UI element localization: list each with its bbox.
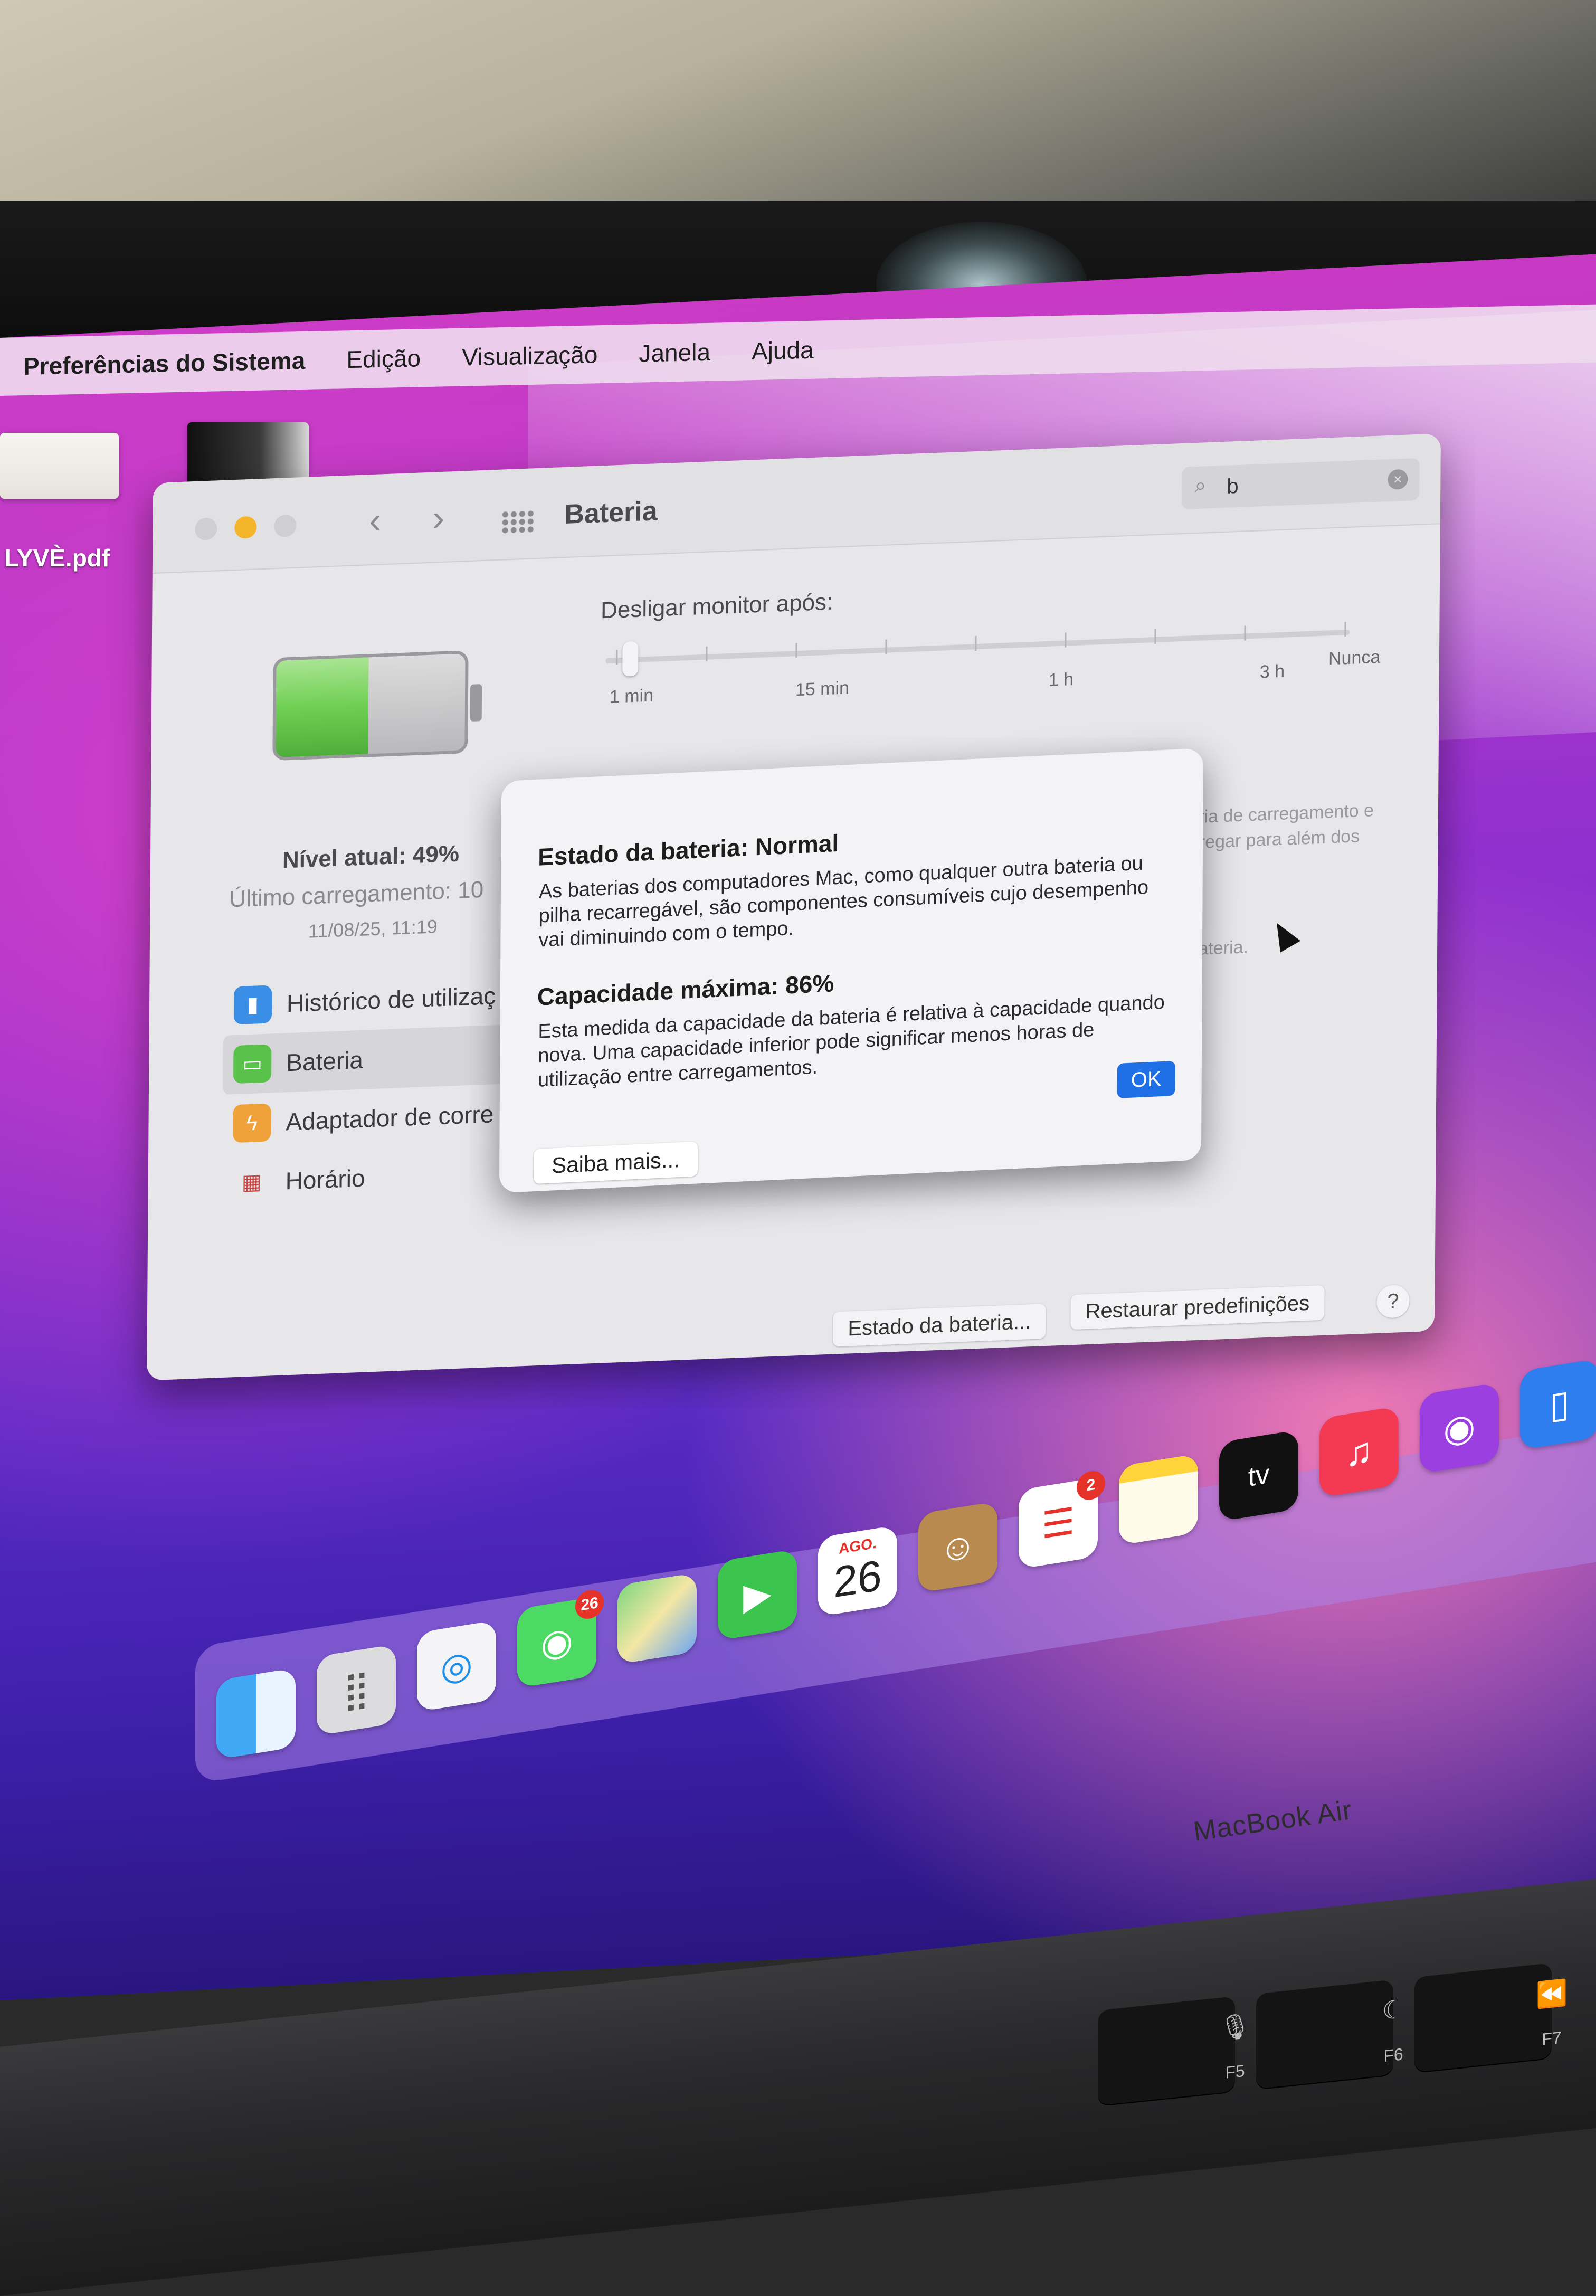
last-charge-date: 11/08/25, 11:19 — [308, 915, 438, 942]
sidebar-item-historico[interactable]: ▮ Histórico de utilizaç — [223, 965, 519, 1036]
maximize-window-button[interactable] — [274, 514, 297, 538]
help-button[interactable]: ? — [1376, 1284, 1410, 1318]
sidebar-item-adaptador[interactable]: ϟ Adaptador de corre — [222, 1083, 518, 1154]
podcasts-icon[interactable]: ◉ — [1420, 1382, 1499, 1474]
sidebar-item-bateria[interactable]: ▭ Bateria — [222, 1024, 519, 1095]
pdf-file-icon[interactable] — [0, 433, 119, 499]
battery-icon: ▭ — [233, 1044, 272, 1084]
apple-tv-icon[interactable]: tv — [1219, 1429, 1298, 1522]
bolt-icon: ϟ — [233, 1103, 271, 1143]
chat-bubble-icon: ◉ — [540, 1619, 573, 1666]
menu-item-edicao[interactable]: Edição — [346, 344, 421, 374]
menu-item-ajuda[interactable]: Ajuda — [752, 336, 814, 365]
tick-label-never: Nunca — [1328, 647, 1381, 669]
slider-knob[interactable] — [622, 641, 639, 677]
menu-app-name[interactable]: Preferências do Sistema — [23, 346, 305, 381]
search-icon: ⌕ — [1194, 473, 1206, 498]
tick-label-15min: 15 min — [795, 678, 850, 700]
sidebar-item-label: Histórico de utilizaç — [286, 982, 496, 1018]
battery-state-dialog: Estado da bateria: Normal As baterias do… — [499, 748, 1203, 1193]
notes-icon[interactable] — [1119, 1454, 1198, 1545]
sidebar: ▮ Histórico de utilizaç ▭ Bateria ϟ Adap… — [222, 965, 519, 1213]
slider-tick — [795, 643, 797, 658]
window-title: Bateria — [564, 496, 658, 530]
tick-label-3h: 3 h — [1259, 661, 1285, 682]
sidebar-item-label: Horário — [285, 1164, 365, 1195]
sidebar-item-label: Bateria — [286, 1046, 364, 1077]
key-label: F7 — [1542, 2027, 1562, 2049]
display-off-slider[interactable] — [605, 629, 1350, 664]
maps-icon[interactable] — [618, 1572, 697, 1665]
background-fabric — [0, 0, 1596, 211]
desktop-file-name[interactable]: LYVÈ.pdf — [4, 544, 110, 572]
back-arrow-icon[interactable]: ‹ — [369, 499, 381, 541]
keynote-icon[interactable]: ▯ — [1520, 1358, 1596, 1450]
sidebar-item-label: Adaptador de corre — [286, 1100, 494, 1136]
bar-chart-icon: ▮ — [233, 985, 272, 1025]
restore-defaults-button[interactable]: Restaurar predefinições — [1070, 1285, 1325, 1330]
music-icon[interactable]: ♫ — [1319, 1406, 1399, 1498]
clear-search-icon[interactable]: × — [1388, 469, 1408, 490]
minimize-window-button[interactable] — [234, 516, 257, 539]
menu-item-visualizacao[interactable]: Visualização — [462, 340, 597, 371]
slider-tick — [885, 639, 887, 654]
slider-tick — [1344, 622, 1346, 637]
slider-tick — [1065, 632, 1067, 648]
tick-label-1min: 1 min — [609, 685, 654, 707]
messages-icon[interactable]: ◉ 26 — [517, 1588, 604, 1688]
slider-tick — [1154, 629, 1156, 644]
reminders-icon[interactable]: ☰ 2 — [1019, 1468, 1105, 1569]
sidebar-item-horario[interactable]: ▦ Horário — [222, 1142, 518, 1213]
ok-button[interactable]: OK — [1117, 1060, 1175, 1098]
calendar-app-icon[interactable]: AGO. 26 — [818, 1525, 897, 1617]
facetime-icon[interactable]: ▶ — [718, 1549, 797, 1641]
slider-tick — [706, 646, 708, 661]
last-charge-text: Último carregamento: 10 — [229, 876, 484, 913]
tick-label-1h: 1 h — [1048, 669, 1074, 690]
key-f5[interactable]: 🎙 F5 — [1098, 1996, 1251, 2106]
search-input[interactable]: ⌕ b × — [1182, 458, 1420, 510]
battery-fill — [276, 657, 369, 758]
finder-icon[interactable] — [216, 1667, 296, 1760]
battery-level-graphic — [272, 650, 469, 761]
rewind-icon: ⏪ — [1536, 1978, 1568, 2010]
safari-icon[interactable]: ◎ — [417, 1620, 496, 1712]
forward-arrow-icon[interactable]: › — [432, 497, 444, 539]
menu-item-janela[interactable]: Janela — [639, 338, 710, 368]
calendar-icon: ▦ — [232, 1162, 271, 1202]
close-window-button[interactable] — [195, 517, 217, 540]
messages-badge: 26 — [575, 1588, 604, 1621]
slider-tick — [975, 636, 977, 651]
launchpad-icon[interactable]: ⣿ — [317, 1644, 396, 1736]
battery-state-button[interactable]: Estado da bateria... — [833, 1304, 1046, 1347]
contacts-icon[interactable]: ☺ — [918, 1501, 998, 1593]
battery-level-text: Nível atual: 49% — [282, 840, 460, 874]
dialog-heading-state: Estado da bateria: Normal — [538, 829, 839, 871]
display-off-label: Desligar monitor após: — [600, 589, 833, 624]
slider-tick — [616, 650, 618, 665]
obscured-option-text: diária de carregamento e — [1174, 800, 1374, 828]
key-f6[interactable]: ☾ F6 — [1256, 1979, 1405, 2089]
show-all-grid-icon[interactable] — [501, 509, 535, 534]
dialog-heading-capacity: Capacidade máxima: 86% — [537, 969, 834, 1011]
learn-more-button[interactable]: Saiba mais... — [533, 1141, 698, 1184]
slider-tick — [1244, 625, 1246, 641]
tv-label: tv — [1248, 1458, 1270, 1493]
search-query: b — [1227, 474, 1239, 498]
key-f7[interactable]: ⏪ F7 — [1414, 1962, 1568, 2073]
battery-terminal — [470, 684, 482, 722]
